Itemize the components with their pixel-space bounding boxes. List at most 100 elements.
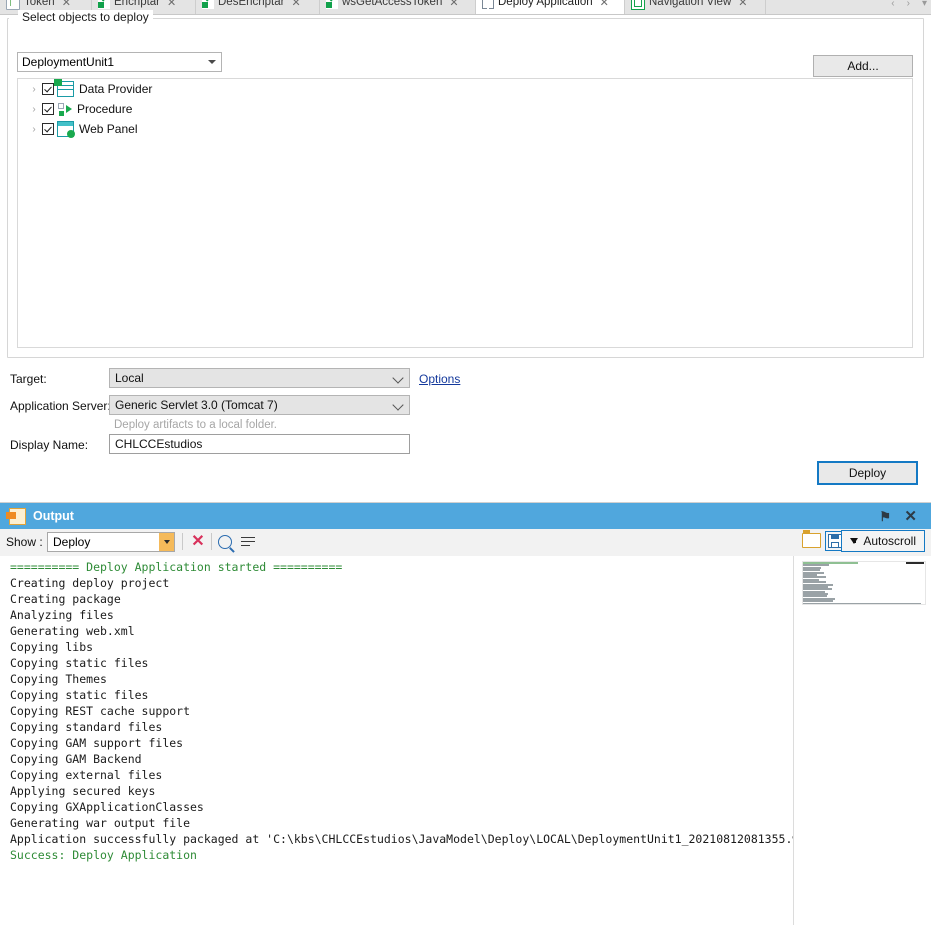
log-line: Analyzing files [10, 608, 114, 622]
tab-label: DesEncriptar [218, 0, 285, 8]
navigation-icon [631, 0, 645, 10]
output-panel-titlebar: Output ⚑ ✕ [0, 503, 931, 529]
chevron-down-icon[interactable] [159, 533, 174, 551]
log-line: Generating web.xml [10, 624, 135, 638]
deployment-unit-value: DeploymentUnit1 [22, 55, 115, 69]
application-server-label: Application Server: [10, 399, 111, 413]
tree-item-label: Web Panel [79, 122, 138, 136]
tree-item-data-provider[interactable]: › Data Provider [18, 79, 912, 99]
tab-label: Navigation View [649, 0, 732, 8]
clear-output-button[interactable]: ✕ [188, 532, 208, 552]
chevron-down-icon[interactable]: ▾ [922, 0, 927, 9]
close-icon[interactable]: ✕ [291, 0, 300, 9]
close-icon: ✕ [191, 533, 205, 550]
tree-item-label: Data Provider [79, 82, 153, 96]
deploy-icon [482, 0, 494, 9]
display-name-input[interactable]: CHLCCEstudios [109, 434, 410, 454]
options-link[interactable]: Options [419, 372, 460, 386]
word-wrap-button[interactable] [238, 532, 258, 552]
chevron-left-icon[interactable]: ‹ [891, 0, 894, 9]
tab-label: wsGetAccessToken [342, 0, 443, 8]
checkbox[interactable] [42, 123, 54, 135]
autoscroll-button[interactable]: Autoscroll [841, 530, 925, 552]
close-icon[interactable]: ✕ [600, 0, 609, 9]
close-icon[interactable]: ✕ [449, 0, 458, 9]
close-icon[interactable]: ✕ [62, 0, 71, 9]
tab-deploy-application[interactable]: Deploy Application ✕ [476, 0, 625, 14]
procedure-icon [57, 102, 72, 116]
checkbox[interactable] [42, 83, 54, 95]
tree-item-label: Procedure [77, 102, 133, 116]
checkbox[interactable] [42, 103, 54, 115]
log-line: Generating war output file [10, 816, 191, 830]
tab-navigation-view[interactable]: Navigation View ✕ [625, 0, 766, 14]
application-server-combo[interactable]: Generic Servlet 3.0 (Tomcat 7) [109, 395, 410, 415]
tab-wsgetaccesstoken[interactable]: wsGetAccessToken ✕ [320, 0, 476, 14]
log-line: Copying static files [10, 688, 149, 702]
deploy-button[interactable]: Deploy [817, 461, 918, 485]
tab-label: Deploy Application [498, 0, 593, 8]
close-icon[interactable]: ✕ [738, 0, 747, 9]
open-folder-icon[interactable] [802, 530, 821, 548]
groupbox-legend: Select objects to deploy [18, 10, 153, 24]
save-icon [828, 534, 842, 548]
procedure-icon [326, 0, 338, 9]
log-line: Copying REST cache support [10, 704, 191, 718]
output-minimap-pane [793, 556, 931, 925]
tab-desencriptar[interactable]: DesEncriptar ✕ [196, 0, 320, 14]
display-name-value: CHLCCEstudios [115, 437, 203, 451]
show-label: Show : [6, 535, 43, 549]
chevron-down-icon [208, 60, 216, 64]
add-button[interactable]: Add... [813, 55, 913, 77]
application-server-value: Generic Servlet 3.0 (Tomcat 7) [115, 398, 278, 412]
autoscroll-label: Autoscroll [863, 534, 916, 548]
log-line: Copying GAM support files [10, 736, 184, 750]
deployment-unit-combo[interactable]: DeploymentUnit1 [17, 52, 222, 72]
output-panel-title: Output [33, 509, 74, 523]
data-provider-icon [54, 79, 74, 97]
tree-item-procedure[interactable]: › Procedure [18, 99, 912, 119]
log-line: Copying standard files [10, 720, 163, 734]
tree-item-web-panel[interactable]: › Web Panel [18, 119, 912, 139]
log-line: Copying GXApplicationClasses [10, 800, 204, 814]
log-line: Copying libs [10, 640, 94, 654]
output-icon [6, 507, 26, 525]
log-line: Creating package [10, 592, 121, 606]
log-line: Copying static files [10, 656, 149, 670]
target-combo[interactable]: Local [109, 368, 410, 388]
tab-navigation-controls: ‹ › ▾ [891, 0, 927, 14]
find-button[interactable] [215, 532, 235, 552]
chevron-down-icon [392, 399, 404, 411]
log-line: Copying Themes [10, 672, 107, 686]
close-icon[interactable]: ✕ [904, 507, 917, 525]
log-line: Success: Deploy Application [10, 848, 197, 862]
chevron-down-icon [392, 372, 404, 384]
expander-icon[interactable]: › [26, 104, 42, 115]
log-line: Copying GAM Backend [10, 752, 142, 766]
output-toolbar: Show : Deploy ✕ Autoscroll [0, 529, 931, 557]
log-line: ========== Deploy Application started ==… [10, 560, 343, 574]
procedure-icon [202, 0, 214, 9]
expander-icon[interactable]: › [26, 124, 42, 135]
target-value: Local [115, 371, 144, 385]
output-panel: Output ⚑ ✕ Show : Deploy ✕ Autoscroll ==… [0, 502, 931, 925]
show-select[interactable]: Deploy [47, 532, 175, 552]
log-line: Copying external files [10, 768, 163, 782]
web-panel-icon [57, 121, 75, 138]
minimap-viewport-marker [906, 562, 924, 564]
log-line: Applying secured keys [10, 784, 156, 798]
chevron-right-icon[interactable]: › [907, 0, 910, 9]
close-icon[interactable]: ✕ [167, 0, 176, 9]
objects-tree[interactable]: › Data Provider › Procedure › Web Panel [17, 78, 913, 348]
procedure-icon [98, 0, 110, 9]
show-value: Deploy [53, 535, 91, 549]
log-line: Application successfully packaged at 'C:… [10, 832, 793, 846]
log-line: Creating deploy project [10, 576, 170, 590]
output-log[interactable]: ========== Deploy Application started ==… [0, 556, 793, 925]
expander-icon[interactable]: › [26, 84, 42, 95]
word-wrap-icon [241, 536, 255, 548]
pin-icon[interactable]: ⚑ [879, 509, 891, 525]
target-hint: Deploy artifacts to a local folder. [114, 419, 277, 431]
output-minimap[interactable] [802, 561, 926, 605]
deploy-application-window: Token ✕ Encriptar ✕ DesEncriptar ✕ wsGet… [0, 0, 931, 925]
